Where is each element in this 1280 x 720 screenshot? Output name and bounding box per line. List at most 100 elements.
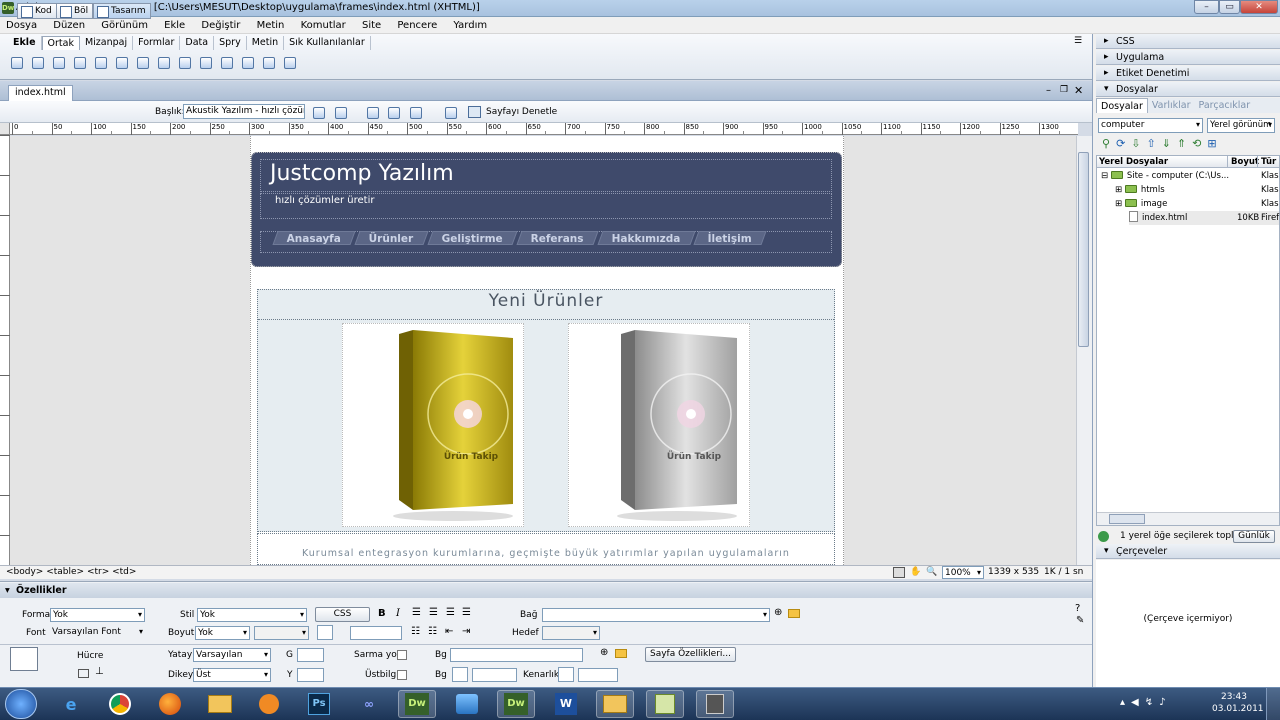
tab-favorites[interactable]: Sık Kullanılanlar (284, 36, 371, 50)
tab-forms[interactable]: Formlar (133, 36, 181, 50)
folder2-taskbar-icon[interactable] (596, 690, 634, 718)
ie-taskbar-icon[interactable]: e (52, 690, 90, 718)
media-player-taskbar-icon[interactable] (250, 690, 288, 718)
refresh-files-icon[interactable]: ⟳ (1116, 137, 1125, 150)
point-to-file-icon[interactable]: ⊕ (774, 607, 782, 618)
indent-icon[interactable]: ⇥ (462, 626, 470, 637)
check-out-icon[interactable]: ⇓ (1162, 137, 1171, 150)
nav-products[interactable]: Ürünler (354, 231, 429, 245)
dreamweaver2-taskbar-icon[interactable]: Dw (497, 690, 535, 718)
firefox-taskbar-icon[interactable] (151, 690, 189, 718)
files-horizontal-scrollbar[interactable] (1097, 512, 1279, 525)
tag-selector[interactable]: <body> <table> <tr> <td> (6, 566, 136, 579)
quick-tag-editor-icon[interactable]: ✎ (1076, 615, 1084, 626)
align-left-icon[interactable]: ☰ (412, 607, 421, 618)
bg-image-input[interactable] (450, 648, 583, 662)
page-title-input[interactable]: Akustik Yazılım - hızlı çözümler ü (183, 104, 305, 119)
hyperlink-icon[interactable] (8, 54, 25, 71)
menu-insert[interactable]: Ekle (164, 20, 185, 31)
tray-icons[interactable]: ▴◀↯♪ (1120, 697, 1171, 708)
menu-view[interactable]: Görünüm (101, 20, 148, 31)
tab-snippets[interactable]: Parçacıklar (1195, 98, 1255, 113)
photoshop-taskbar-icon[interactable]: Ps (300, 690, 338, 718)
nowrap-checkbox[interactable] (397, 650, 407, 660)
bg-color-input[interactable] (472, 668, 517, 682)
menu-text[interactable]: Metin (257, 20, 285, 31)
border-color-swatch[interactable] (558, 667, 574, 682)
format-select[interactable]: Yok (50, 608, 145, 622)
named-anchor-icon[interactable] (50, 54, 67, 71)
tab-layout[interactable]: Mizanpaj (80, 36, 134, 50)
canvas-scroll-thumb[interactable] (1078, 152, 1089, 347)
split-view-button[interactable]: Böl (56, 3, 94, 19)
menu-edit[interactable]: Düzen (53, 20, 85, 31)
code-view-button[interactable]: Kod (17, 3, 57, 19)
site-select[interactable]: computer (1098, 118, 1203, 133)
show-desktop-button[interactable] (1266, 688, 1280, 720)
head-icon[interactable] (218, 54, 235, 71)
file-management-icon[interactable] (310, 104, 327, 121)
view-options-icon[interactable] (385, 104, 402, 121)
nav-development[interactable]: Geliştirme (427, 231, 518, 245)
email-link-icon[interactable] (29, 54, 46, 71)
panel-frames[interactable]: Çerçeveler (1096, 544, 1280, 559)
css-button[interactable]: CSS (315, 607, 370, 622)
visual-aids-icon[interactable] (407, 104, 424, 121)
doc-restore-icon[interactable]: ❐ (1060, 85, 1068, 95)
messenger-taskbar-icon[interactable]: ∞ (350, 690, 388, 718)
maximize-button[interactable]: ▭ (1219, 0, 1240, 14)
ruler-origin[interactable] (0, 123, 10, 135)
refresh-icon[interactable] (364, 104, 381, 121)
image-icon[interactable] (113, 54, 130, 71)
product-image-gold[interactable]: Ürün Takip (342, 323, 524, 527)
tree-file-index[interactable]: index.html 10KB Firef (1129, 211, 1279, 225)
taskbar-clock[interactable]: 23:43 03.01.2011 (1212, 691, 1264, 715)
style-select[interactable]: Yok (197, 608, 307, 622)
server-include-icon[interactable] (176, 54, 193, 71)
view-select[interactable]: Yerel görünüm (1207, 118, 1275, 133)
menu-site[interactable]: Site (362, 20, 381, 31)
tree-folder-image[interactable]: ⊞ image Klas (1115, 197, 1279, 211)
tree-folder-htmls[interactable]: ⊞ htmls Klas (1115, 183, 1279, 197)
table-icon[interactable] (71, 54, 88, 71)
width-input[interactable] (297, 648, 324, 662)
dreamweaver-taskbar-icon[interactable]: Dw (398, 690, 436, 718)
col-type[interactable]: Tür (1257, 156, 1276, 168)
unordered-list-icon[interactable]: ☷ (411, 626, 420, 637)
nav-home[interactable]: Anasayfa (272, 231, 356, 245)
height-input[interactable] (297, 668, 324, 682)
ordered-list-icon[interactable]: ☷ (428, 626, 437, 637)
app-taskbar-icon[interactable] (696, 690, 734, 718)
doc-minimize-icon[interactable]: – (1046, 85, 1051, 96)
tag-chooser-icon[interactable] (281, 54, 298, 71)
text-color-swatch[interactable] (317, 625, 333, 640)
align-center-icon[interactable]: ☰ (429, 607, 438, 618)
explorer-taskbar-icon[interactable] (201, 690, 239, 718)
panel-tag-inspector[interactable]: Etiket Denetimi (1096, 66, 1280, 81)
align-right-icon[interactable]: ☰ (446, 607, 455, 618)
template-icon[interactable] (260, 54, 277, 71)
panel-css[interactable]: CSS (1096, 34, 1280, 49)
chrome-taskbar-icon[interactable] (101, 690, 139, 718)
expand-icon[interactable]: ⊞ (1207, 137, 1216, 150)
product-image-silver[interactable]: Ürün Takip (568, 323, 750, 527)
network-taskbar-icon[interactable] (448, 690, 486, 718)
menu-window[interactable]: Pencere (397, 20, 437, 31)
tree-site-root[interactable]: ⊟ Site - computer (C:\Us... Klas (1101, 169, 1279, 183)
tab-assets[interactable]: Varlıklar (1148, 98, 1195, 113)
document-tab[interactable]: index.html (8, 85, 73, 101)
menu-modify[interactable]: Değiştir (201, 20, 240, 31)
justify-icon[interactable]: ☰ (462, 607, 471, 618)
page-properties-button[interactable]: Sayfa Özellikleri... (645, 647, 736, 662)
panel-options-icon[interactable]: ☰ (1074, 36, 1082, 46)
merge-cells-icon[interactable] (78, 669, 89, 678)
synchronize-icon[interactable]: ⟲ (1192, 137, 1201, 150)
tab-text[interactable]: Metin (247, 36, 285, 50)
files-scroll-thumb[interactable] (1109, 514, 1145, 524)
menu-file[interactable]: Dosya (6, 20, 37, 31)
close-button[interactable]: ✕ (1240, 0, 1278, 14)
doc-close-icon[interactable]: ✕ (1074, 84, 1083, 97)
start-button[interactable] (5, 689, 37, 719)
browse-folder-icon[interactable] (788, 609, 800, 618)
nav-contact[interactable]: İletişim (693, 231, 768, 245)
